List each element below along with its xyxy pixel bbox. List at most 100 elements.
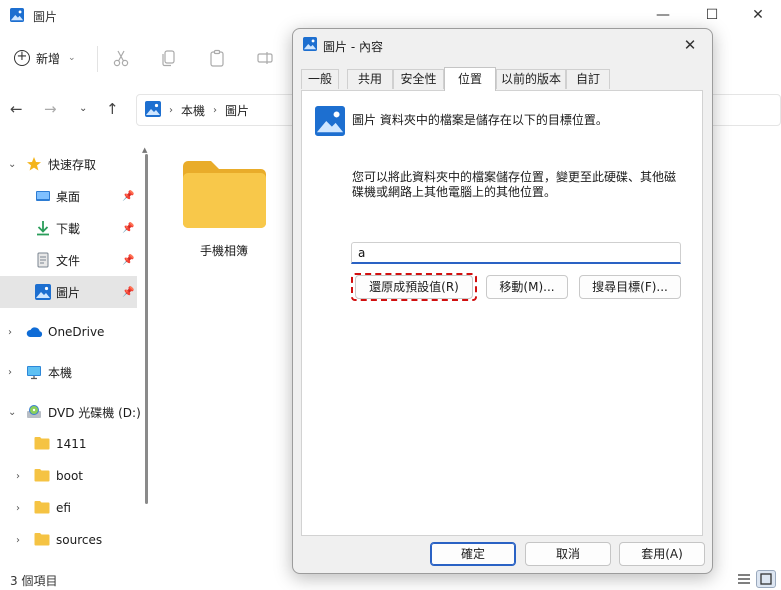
sidebar-label: 圖片 bbox=[56, 285, 81, 300]
breadcrumb-this-pc[interactable]: 本機 bbox=[181, 102, 205, 119]
breadcrumb-separator: › bbox=[213, 104, 218, 116]
move-button[interactable]: 移動(M)... bbox=[486, 275, 568, 299]
new-button[interactable]: + 新增 ⌄ bbox=[14, 46, 76, 70]
pin-icon[interactable]: 📌 bbox=[122, 191, 134, 202]
sidebar-item-downloads[interactable]: 下載 📌 bbox=[0, 212, 137, 244]
sidebar-item-sources[interactable]: › sources bbox=[0, 524, 137, 556]
folder-icon bbox=[34, 468, 50, 484]
divider bbox=[97, 46, 98, 72]
sidebar-item-quick-access[interactable]: ⌄ 快速存取 bbox=[0, 148, 137, 180]
navigation-pane: ⌄ 快速存取 桌面 📌 下載 📌 文件 📌 圖片 📌 › OneDrive › … bbox=[0, 148, 141, 568]
sidebar-label: 桌面 bbox=[56, 189, 81, 204]
pictures-icon bbox=[35, 284, 51, 300]
apply-button[interactable]: 套用(A) bbox=[619, 542, 705, 566]
details-view-icon[interactable] bbox=[734, 570, 754, 588]
minimize-button[interactable]: — bbox=[640, 0, 686, 30]
sidebar-item-dvd-drive[interactable]: ⌄ DVD 光碟機 (D:) bbox=[0, 396, 141, 428]
cancel-button[interactable]: 取消 bbox=[525, 542, 611, 566]
sidebar-label: 本機 bbox=[48, 365, 73, 380]
cut-icon[interactable] bbox=[112, 49, 130, 67]
document-icon bbox=[35, 252, 51, 268]
tab-general[interactable]: 一般 bbox=[301, 69, 339, 89]
recent-chevron-icon[interactable]: ⌄ bbox=[79, 103, 87, 114]
sidebar-label: sources bbox=[56, 533, 103, 547]
explorer-titlebar: 圖片 — ☐ ✕ bbox=[0, 0, 781, 30]
sidebar-scrollbar[interactable] bbox=[145, 154, 148, 504]
up-arrow-icon[interactable]: ↑ bbox=[106, 100, 119, 118]
chevron-right-icon[interactable]: › bbox=[16, 503, 20, 514]
ok-button[interactable]: 確定 bbox=[430, 542, 516, 566]
pin-icon[interactable]: 📌 bbox=[122, 223, 134, 234]
rename-icon[interactable] bbox=[256, 49, 274, 67]
pictures-icon bbox=[303, 37, 317, 54]
sidebar-item-documents[interactable]: 文件 📌 bbox=[0, 244, 137, 276]
breadcrumb-separator: › bbox=[169, 104, 173, 116]
sidebar-label: OneDrive bbox=[48, 325, 105, 339]
dialog-titlebar: 圖片 - 內容 ✕ bbox=[293, 29, 712, 61]
pin-icon[interactable]: 📌 bbox=[122, 255, 134, 266]
sidebar-label: DVD 光碟機 (D:) bbox=[48, 405, 141, 420]
chevron-down-icon: ⌄ bbox=[68, 53, 76, 63]
download-icon bbox=[35, 220, 51, 236]
dialog-close-button[interactable]: ✕ bbox=[675, 32, 705, 58]
tab-previous-versions[interactable]: 以前的版本 bbox=[496, 69, 566, 89]
window-title: 圖片 bbox=[33, 10, 58, 24]
cloud-icon bbox=[26, 324, 43, 340]
sidebar-label: efi bbox=[56, 501, 71, 515]
tab-sharing[interactable]: 共用 bbox=[347, 69, 393, 89]
sidebar-label: boot bbox=[56, 469, 84, 483]
large-icons-view-icon[interactable] bbox=[756, 570, 776, 588]
breadcrumb-pictures[interactable]: 圖片 bbox=[225, 102, 249, 119]
back-arrow-icon[interactable]: ← bbox=[10, 100, 23, 118]
folder-icon bbox=[34, 436, 50, 452]
tab-customize[interactable]: 自訂 bbox=[566, 69, 610, 89]
new-label: 新增 bbox=[36, 51, 61, 66]
sidebar-item-folder-1411[interactable]: 1411 bbox=[0, 428, 137, 460]
pictures-icon bbox=[315, 106, 345, 139]
pin-icon[interactable]: 📌 bbox=[122, 287, 134, 298]
plus-icon: + bbox=[14, 50, 30, 66]
location-path-input[interactable] bbox=[351, 242, 681, 264]
tab-security[interactable]: 安全性 bbox=[393, 69, 444, 89]
folder-item[interactable]: 手機相簿 bbox=[178, 154, 270, 264]
folder-icon bbox=[34, 532, 50, 548]
chevron-right-icon[interactable]: › bbox=[8, 327, 12, 338]
sidebar-label: 快速存取 bbox=[48, 157, 97, 172]
desktop-icon bbox=[35, 188, 51, 204]
location-help-text: 您可以將此資料夾中的檔案儲存位置，變更至此硬碟、其他磁碟機或網路上其他電腦上的其… bbox=[352, 170, 677, 199]
folder-name: 手機相簿 bbox=[199, 244, 248, 258]
close-button[interactable]: ✕ bbox=[735, 0, 781, 30]
pictures-icon bbox=[145, 100, 161, 120]
sidebar-label: 下載 bbox=[56, 221, 81, 236]
copy-icon[interactable] bbox=[160, 49, 178, 67]
chevron-right-icon[interactable]: › bbox=[16, 471, 20, 482]
dialog-title: 圖片 - 內容 bbox=[323, 40, 383, 54]
maximize-button[interactable]: ☐ bbox=[689, 0, 735, 30]
find-target-button[interactable]: 搜尋目標(F)... bbox=[579, 275, 681, 299]
paste-icon[interactable] bbox=[208, 49, 226, 67]
chevron-right-icon[interactable]: › bbox=[8, 367, 12, 378]
sidebar-item-onedrive[interactable]: › OneDrive bbox=[0, 316, 137, 348]
sidebar-item-efi[interactable]: › efi bbox=[0, 492, 137, 524]
sidebar-item-desktop[interactable]: 桌面 📌 bbox=[0, 180, 137, 212]
dvd-drive-icon bbox=[26, 404, 42, 420]
folder-icon bbox=[181, 158, 267, 233]
tab-location[interactable]: 位置 bbox=[444, 67, 496, 91]
chevron-down-icon[interactable]: ⌄ bbox=[8, 159, 16, 170]
sidebar-label: 1411 bbox=[56, 437, 87, 451]
folder-icon bbox=[34, 500, 50, 516]
chevron-down-icon[interactable]: ⌄ bbox=[8, 407, 16, 418]
scroll-up-arrow-icon[interactable]: ▲ bbox=[142, 146, 147, 154]
chevron-right-icon[interactable]: › bbox=[16, 535, 20, 546]
sidebar-item-pictures[interactable]: 圖片 📌 bbox=[0, 276, 137, 308]
location-tab-panel: 圖片 資料夾中的檔案是儲存在以下的目標位置。 您可以將此資料夾中的檔案儲存位置，… bbox=[301, 90, 703, 536]
location-description: 圖片 資料夾中的檔案是儲存在以下的目標位置。 bbox=[352, 113, 608, 127]
annotation-highlight-box bbox=[351, 273, 477, 301]
sidebar-item-boot[interactable]: › boot bbox=[0, 460, 137, 492]
star-icon bbox=[26, 156, 42, 172]
forward-arrow-icon[interactable]: → bbox=[44, 100, 57, 118]
pictures-icon bbox=[10, 8, 24, 25]
sidebar-item-this-pc[interactable]: › 本機 bbox=[0, 356, 137, 388]
item-count: 3 個項目 bbox=[10, 574, 58, 588]
computer-icon bbox=[26, 364, 42, 380]
